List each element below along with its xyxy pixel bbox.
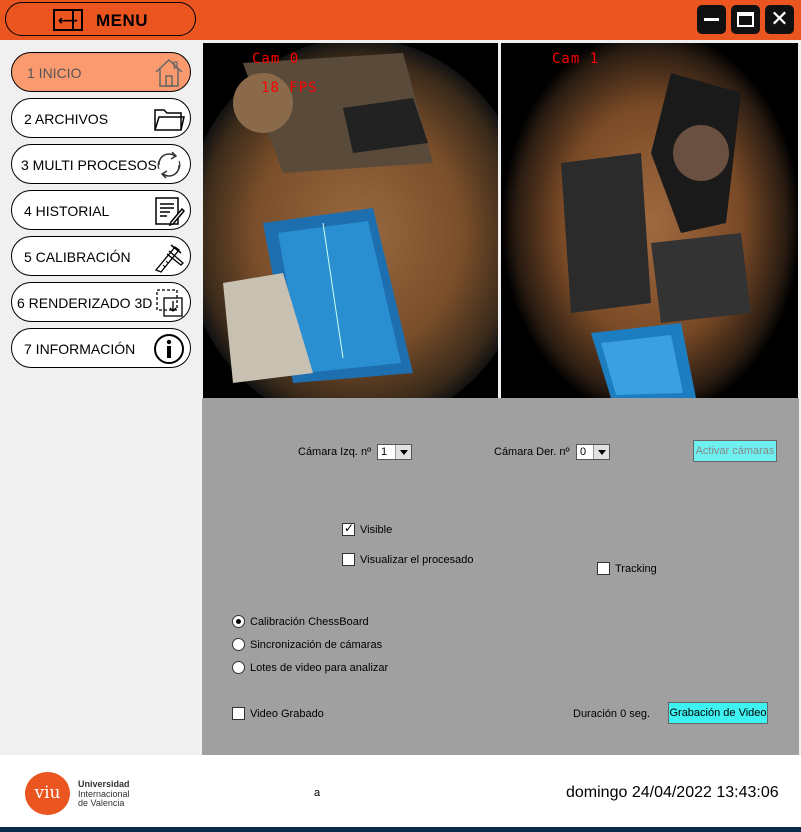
chevron-down-icon: [593, 445, 609, 459]
right-camera-label: Cámara Der. nº: [494, 446, 570, 458]
sidebar-item-label: 6 RENDERIZADO 3D: [17, 295, 153, 311]
sidebar: 1 INICIO 2 ARCHIVOS 3 MULTI PROCESOS 4 H…: [0, 40, 202, 755]
sidebar-item-informacion[interactable]: 7 INFORMACIÓN: [11, 328, 191, 368]
document-edit-icon: [155, 197, 185, 227]
refresh-icon: [157, 151, 181, 179]
fisheye-image-left: [203, 43, 498, 398]
sidebar-item-multi-procesos[interactable]: 3 MULTI PROCESOS: [11, 144, 191, 184]
left-camera-value: 1: [381, 446, 388, 458]
activate-cameras-button[interactable]: Activar cámaras: [693, 440, 777, 462]
sidebar-item-calibracion[interactable]: 5 CALIBRACIÓN: [11, 236, 191, 276]
status-text: a: [314, 787, 321, 799]
left-camera-select[interactable]: 1: [377, 444, 412, 460]
sidebar-item-historial[interactable]: 4 HISTORIAL: [11, 190, 191, 230]
duration-readout: Duración 0 seg.: [573, 708, 651, 720]
fps-readout: 18 FPS: [261, 80, 318, 96]
radio-lotes-video[interactable]: [232, 661, 245, 674]
radio-sincronizacion-label: Sincronización de cámaras: [250, 639, 383, 651]
sidebar-item-archivos[interactable]: 2 ARCHIVOS: [11, 98, 191, 138]
fisheye-image-right: [501, 43, 798, 398]
menu-button[interactable]: ⟵ MENU: [5, 2, 196, 36]
right-camera-select[interactable]: 0: [576, 444, 610, 460]
show-processing-label: Visualizar el procesado: [360, 554, 474, 566]
visible-checkbox[interactable]: [342, 521, 355, 536]
university-name-line1: Universidad: [78, 779, 130, 789]
sidebar-item-label: 7 INFORMACIÓN: [24, 341, 136, 357]
tracking-label: Tracking: [615, 563, 657, 575]
menu-label: MENU: [96, 11, 149, 30]
recorded-video-label: Video Grabado: [250, 708, 324, 720]
control-panel: Cámara Izq. nº 1 Cámara Der. nº 0 Activa…: [202, 398, 799, 755]
datetime-readout: domingo 24/04/2022 13:43:06: [566, 784, 779, 801]
radio-sincronizacion[interactable]: [232, 638, 245, 651]
left-camera-label: Cámara Izq. nº: [298, 446, 372, 458]
camera-view-right: Cam 1: [501, 43, 798, 398]
minimize-button[interactable]: [697, 5, 726, 34]
sidebar-item-label: 2 ARCHIVOS: [24, 111, 109, 127]
sidebar-item-label: 5 CALIBRACIÓN: [24, 249, 131, 265]
footer-strip: [0, 827, 801, 832]
info-icon: [154, 334, 184, 364]
show-processing-checkbox[interactable]: [342, 553, 355, 566]
right-camera-value: 0: [580, 446, 587, 458]
render-box-icon: [156, 289, 183, 317]
folder-icon: [154, 109, 185, 131]
radio-calibracion[interactable]: [232, 615, 245, 628]
exit-icon: ⟵: [53, 9, 83, 31]
maximize-icon: [737, 12, 754, 27]
university-logo: viu: [25, 772, 70, 815]
maximize-button[interactable]: [731, 5, 760, 34]
sidebar-item-renderizado-3d[interactable]: 6 RENDERIZADO 3D: [11, 282, 191, 322]
visible-label: Visible: [360, 524, 393, 536]
sidebar-item-label: 1 INICIO: [27, 65, 82, 81]
logo-mark: viu: [34, 783, 61, 803]
radio-calibracion-label: Calibración ChessBoard: [250, 616, 369, 628]
camera-view-left: Cam 0 18 FPS: [203, 43, 498, 398]
minimize-icon: [704, 18, 719, 21]
sidebar-item-label: 4 HISTORIAL: [24, 203, 110, 219]
close-icon: ✕: [770, 6, 789, 31]
sidebar-item-inicio[interactable]: 1 INICIO: [11, 52, 191, 92]
camera-label-right: Cam 1: [552, 51, 600, 67]
sidebar-item-label: 3 MULTI PROCESOS: [21, 157, 157, 173]
home-icon: [155, 58, 183, 87]
record-video-button[interactable]: Grabación de Video: [668, 702, 768, 724]
tracking-checkbox[interactable]: [597, 562, 610, 575]
chevron-down-icon: [395, 445, 411, 459]
camera-label-left: Cam 0: [252, 51, 300, 67]
university-name-line3: de Valencia: [78, 798, 125, 808]
recorded-video-checkbox[interactable]: [232, 707, 245, 720]
top-bar: ⟵ MENU ✕: [0, 0, 801, 40]
radio-lotes-video-label: Lotes de video para analizar: [250, 662, 389, 674]
close-button[interactable]: ✕: [765, 5, 794, 34]
caliper-icon: [154, 244, 184, 273]
footer: viu Universidad Internacional de Valenci…: [0, 755, 801, 827]
